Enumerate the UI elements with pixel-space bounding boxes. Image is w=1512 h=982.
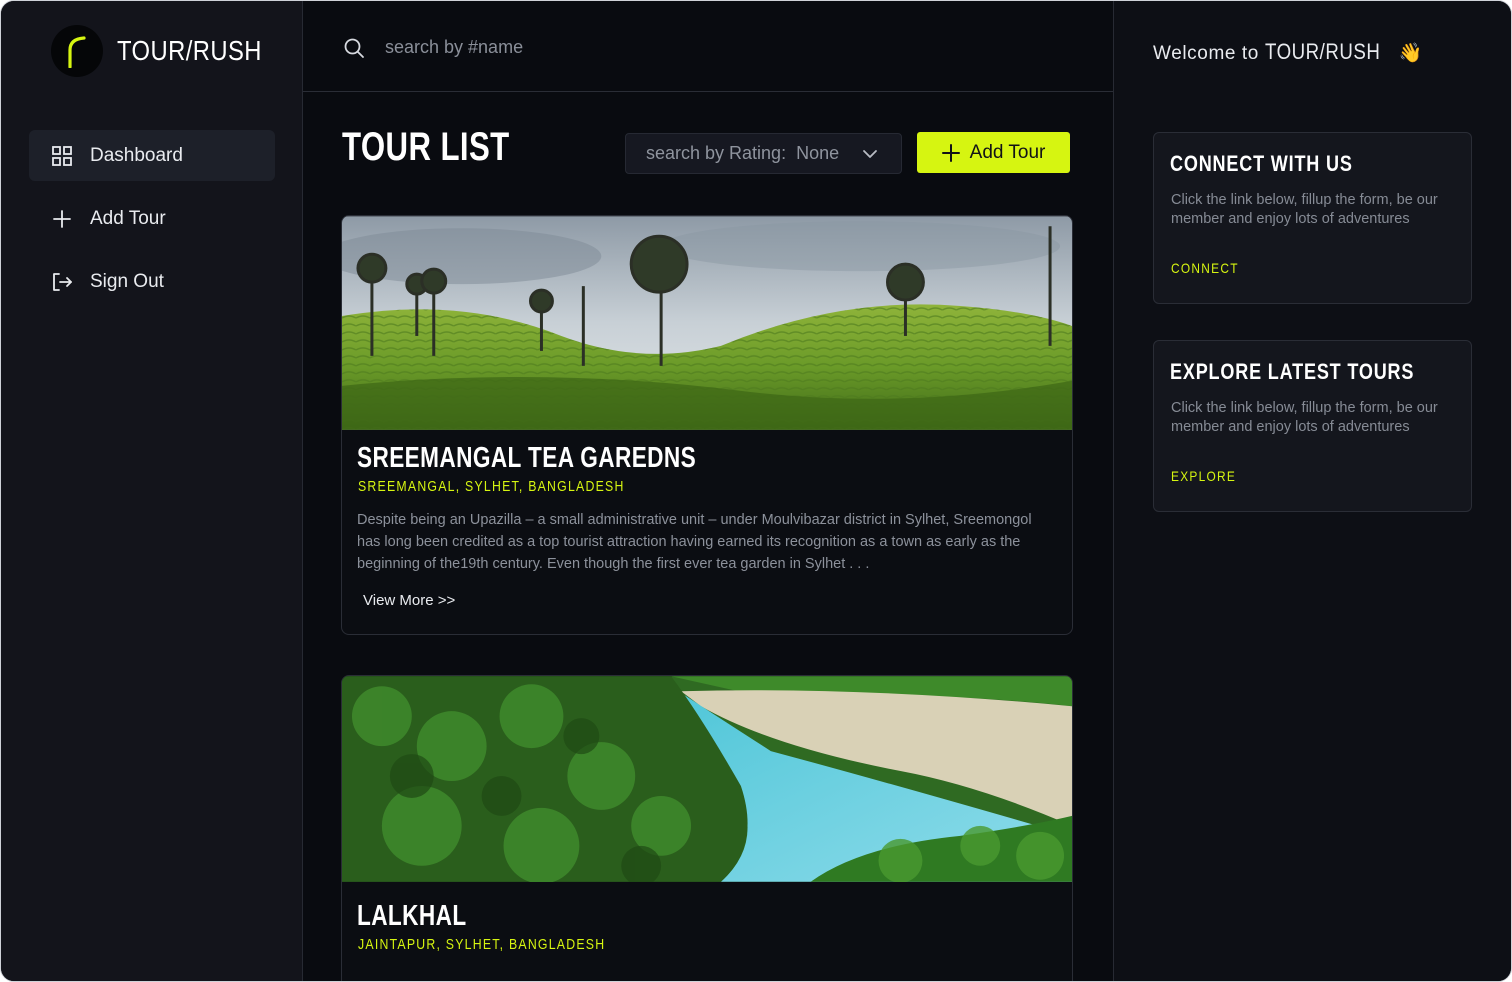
tour-card[interactable]: LALKHAL JAINTAPUR, SYLHET, BANGLADESH	[341, 675, 1073, 981]
tour-location: JAINTAPUR, SYLHET, BANGLADESH	[358, 936, 606, 953]
welcome-message: Welcome to TOUR/RUSH 👋	[1153, 39, 1423, 65]
sidebar-item-label: Add Tour	[90, 207, 166, 229]
panel-text: Click the link below, fillup the form, b…	[1171, 192, 1438, 227]
plus-icon	[941, 143, 960, 162]
connect-panel: CONNECT WITH US Click the link below, fi…	[1153, 132, 1472, 304]
panel-title: CONNECT WITH US	[1170, 151, 1353, 176]
chevron-down-icon	[861, 145, 879, 168]
explore-panel: EXPLORE LATEST TOURS Click the link belo…	[1153, 340, 1472, 512]
view-more-link[interactable]: View More >>	[363, 592, 455, 609]
plus-icon	[51, 208, 73, 230]
sign-out-icon	[51, 271, 73, 293]
logo-mark-icon	[51, 25, 103, 77]
right-panel: Welcome to TOUR/RUSH 👋 CONNECT WITH US C…	[1113, 1, 1511, 981]
brand-name: TOUR/RUSH	[117, 35, 262, 66]
sidebar-item-add-tour[interactable]: Add Tour	[29, 193, 275, 244]
panel-title: EXPLORE LATEST TOURS	[1170, 359, 1415, 384]
add-tour-button-label: Add Tour	[969, 141, 1046, 163]
tour-image-tea-gardens	[342, 216, 1072, 430]
panel-text: Click the link below, fillup the form, b…	[1171, 400, 1438, 435]
sidebar-item-dashboard[interactable]: Dashboard	[29, 130, 275, 181]
rating-filter-label: search by Rating:	[646, 143, 787, 163]
search-input[interactable]	[385, 31, 985, 63]
sidebar-item-label: Dashboard	[90, 144, 183, 166]
grid-icon	[51, 145, 73, 167]
sidebar-nav: Dashboard Add Tour Sign Out	[29, 130, 275, 319]
sidebar-item-sign-out[interactable]: Sign Out	[29, 256, 275, 307]
search-icon	[343, 37, 365, 59]
search-bar	[303, 1, 1113, 92]
sidebar-item-label: Sign Out	[90, 270, 164, 292]
add-tour-button[interactable]: Add Tour	[917, 132, 1070, 173]
tour-image-lalkhal	[342, 676, 1072, 882]
tour-title: LALKHAL	[357, 900, 467, 932]
main-content: TOUR LIST search by Rating: None Add Tou…	[303, 1, 1113, 981]
sidebar: TOUR/RUSH Dashboard Add Tour Sign Out	[1, 1, 303, 981]
rating-filter-select[interactable]: search by Rating: None	[625, 133, 902, 174]
explore-link[interactable]: EXPLORE	[1171, 468, 1236, 484]
tour-description: Despite being an Upazilla – a small admi…	[357, 512, 1032, 572]
page-title: TOUR LIST	[342, 125, 510, 169]
tour-location: SREEMANGAL, SYLHET, BANGLADESH	[358, 478, 625, 495]
tour-title: SREEMANGAL TEA GAREDNS	[357, 442, 697, 474]
rating-filter-value: None	[796, 143, 840, 163]
welcome-brand: TOUR/RUSH	[1264, 39, 1381, 64]
logo[interactable]: TOUR/RUSH	[51, 25, 287, 77]
connect-link[interactable]: CONNECT	[1171, 260, 1239, 276]
welcome-prefix: Welcome to	[1153, 43, 1259, 64]
app-window: TOUR/RUSH Dashboard Add Tour Sign Out se…	[0, 0, 1512, 982]
tour-card[interactable]: SREEMANGAL TEA GAREDNS SREEMANGAL, SYLHE…	[341, 215, 1073, 635]
waving-hand-icon: 👋	[1398, 43, 1423, 64]
